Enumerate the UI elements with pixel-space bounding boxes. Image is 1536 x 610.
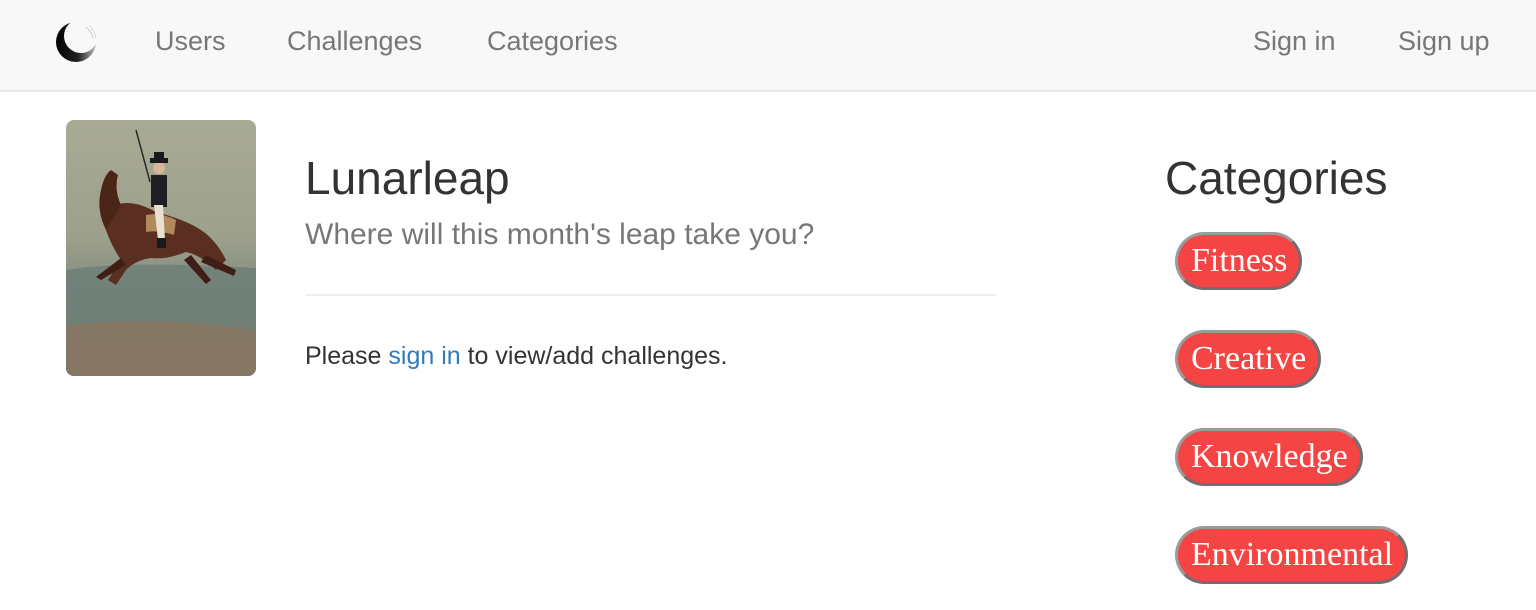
tagline: Where will this month's leap take you? xyxy=(305,218,815,251)
crescent-moon-icon[interactable] xyxy=(52,18,100,66)
sign-in-link[interactable]: Sign in xyxy=(1253,24,1336,58)
navbar: Users Challenges Categories Sign in Sign… xyxy=(0,0,1536,92)
sidebar-title: Categories xyxy=(1165,152,1388,204)
nav-link-categories[interactable]: Categories xyxy=(487,24,618,58)
notice-sign-in-link[interactable]: sign in xyxy=(388,342,460,370)
nav-link-users[interactable]: Users xyxy=(155,24,226,58)
notice-prefix: Please xyxy=(305,342,389,370)
category-pill-fitness[interactable]: Fitness xyxy=(1175,232,1303,290)
divider xyxy=(305,294,996,296)
category-pill-creative[interactable]: Creative xyxy=(1175,330,1322,388)
category-pill-knowledge[interactable]: Knowledge xyxy=(1175,428,1363,486)
page-title: Lunarleap xyxy=(305,152,510,204)
category-pill-environmental[interactable]: Environmental xyxy=(1175,526,1409,584)
nav-link-challenges[interactable]: Challenges xyxy=(287,24,422,58)
sign-in-notice: Please sign in to view/add challenges. xyxy=(305,339,728,373)
sign-up-link[interactable]: Sign up xyxy=(1398,24,1490,58)
hero-image xyxy=(66,120,256,376)
notice-suffix: to view/add challenges. xyxy=(460,342,728,370)
